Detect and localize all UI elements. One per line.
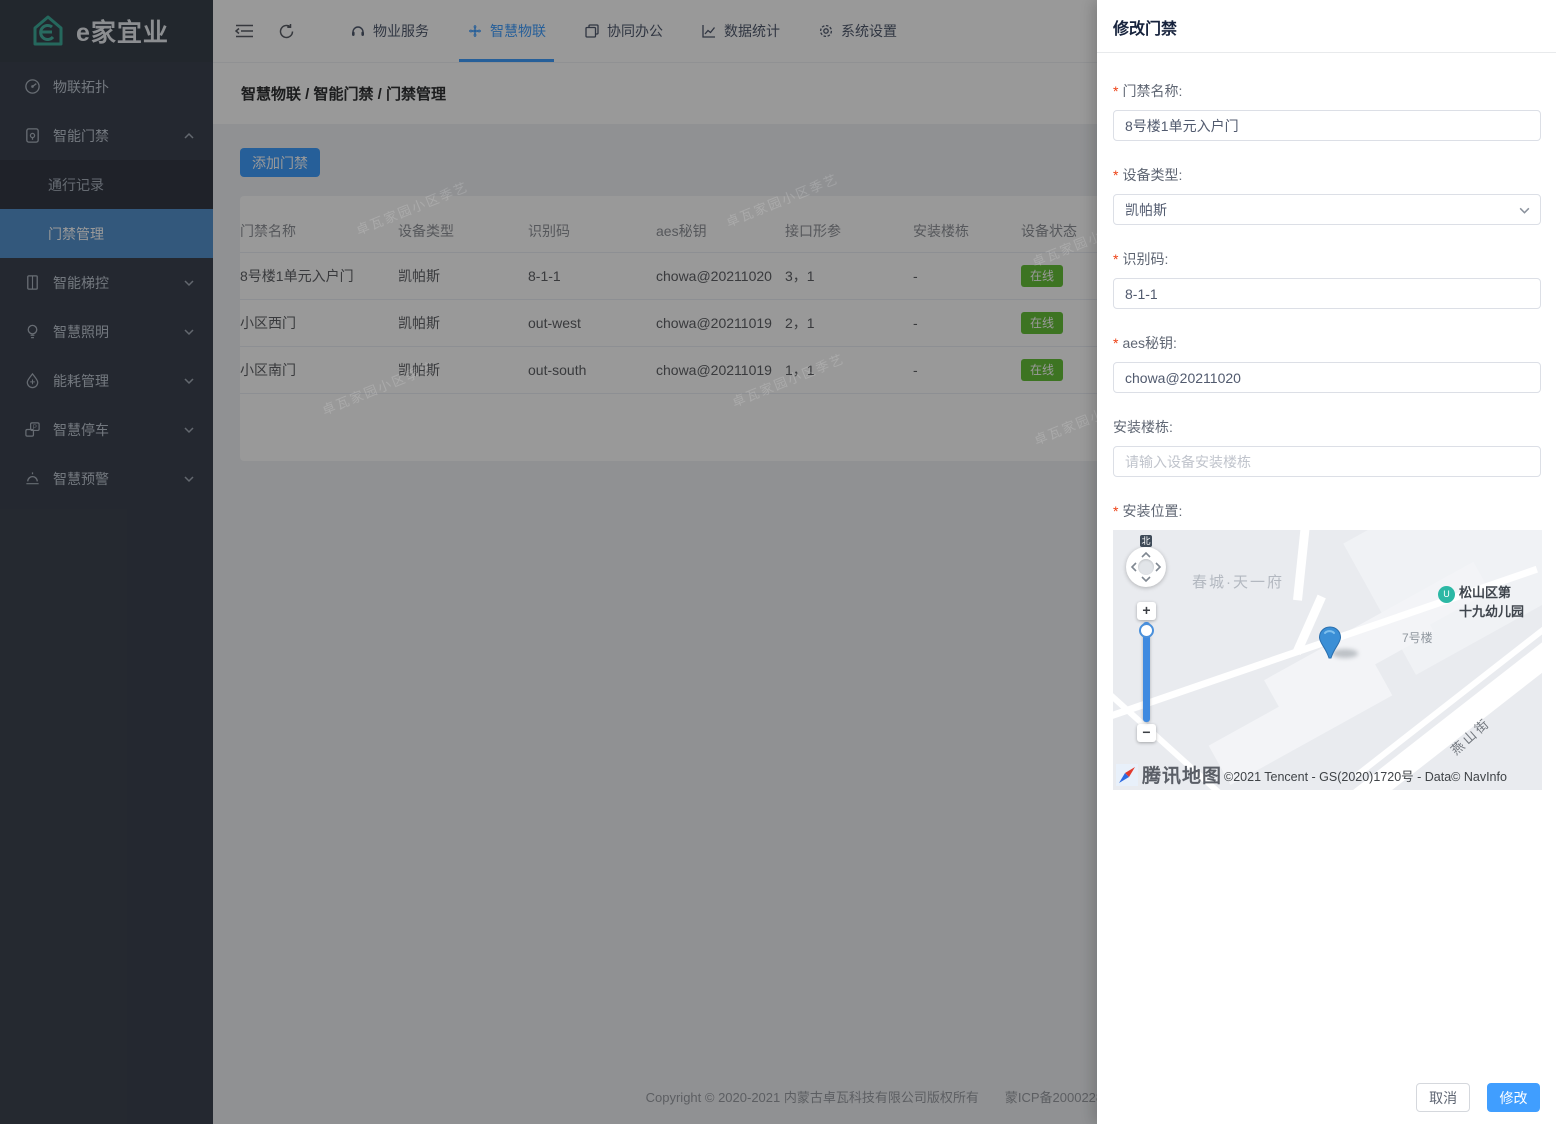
field-label: 设备类型: — [1122, 167, 1182, 183]
door-name-input[interactable] — [1113, 110, 1541, 141]
map-label-building7: 7号楼 — [1402, 629, 1433, 646]
device-type-select[interactable]: 凯帕斯 — [1113, 194, 1541, 225]
field-label: 识别码: — [1122, 251, 1168, 267]
map-attribution: 腾讯地图 ©2021 Tencent - GS(2020)1720号 - Dat… — [1113, 762, 1542, 790]
map-label-estate: 春城·天一府 — [1192, 571, 1284, 592]
zoom-slider[interactable] — [1143, 622, 1150, 722]
selected-value: 凯帕斯 — [1125, 200, 1167, 220]
tencent-map-logo-text: 腾讯地图 — [1142, 761, 1222, 788]
field-device-type: *设备类型: 凯帕斯 — [1113, 165, 1541, 225]
building-input[interactable] — [1113, 446, 1541, 477]
chevron-down-icon — [1518, 204, 1531, 217]
required-marker: * — [1113, 167, 1118, 183]
field-code: *识别码: — [1113, 249, 1541, 309]
map-zoom-control: + − — [1137, 602, 1156, 742]
map-copyright: ©2021 Tencent - GS(2020)1720号 - Data© Na… — [1224, 766, 1507, 785]
code-input[interactable] — [1113, 278, 1541, 309]
zoom-in-button[interactable]: + — [1137, 602, 1156, 620]
field-door-name: *门禁名称: — [1113, 81, 1541, 141]
tencent-map-logo: 腾讯地图 — [1116, 761, 1222, 788]
drawer-title: 修改门禁 — [1097, 0, 1556, 53]
kindergarten-marker-icon: U — [1438, 586, 1455, 603]
required-marker: * — [1113, 83, 1118, 99]
location-map[interactable]: 春城·天一府 U 松山区第 十九幼儿园 7号楼 燕山街 — [1113, 530, 1542, 790]
map-pan-control[interactable] — [1126, 547, 1166, 587]
field-label: 安装位置: — [1122, 503, 1182, 519]
field-location: *安装位置: 春城·天一府 U 松山区第 十九幼儿园 — [1113, 501, 1541, 790]
map-label-kindergarten: 松山区第 十九幼儿园 — [1459, 582, 1524, 620]
field-label: 门禁名称: — [1122, 83, 1182, 99]
required-marker: * — [1113, 251, 1118, 267]
confirm-edit-button[interactable]: 修改 — [1487, 1083, 1540, 1112]
drawer-footer: 取消 修改 — [1097, 1074, 1556, 1124]
edit-door-drawer: 修改门禁 *门禁名称: *设备类型: 凯帕斯 *识别码: *aes秘钥: 安装楼… — [1097, 0, 1556, 1124]
north-indicator: 北 — [1140, 535, 1152, 547]
compass-needle-icon — [1116, 764, 1138, 786]
field-building: 安装楼栋: — [1113, 417, 1541, 477]
field-label: 安装楼栋: — [1113, 419, 1173, 435]
required-marker: * — [1113, 335, 1118, 351]
aes-key-input[interactable] — [1113, 362, 1541, 393]
pan-center-knob[interactable] — [1138, 559, 1154, 575]
field-label: aes秘钥: — [1122, 335, 1176, 351]
drawer-body: *门禁名称: *设备类型: 凯帕斯 *识别码: *aes秘钥: 安装楼栋: *安… — [1097, 53, 1556, 1074]
zoom-out-button[interactable]: − — [1137, 724, 1156, 742]
pan-down-icon[interactable] — [1141, 574, 1151, 584]
cancel-button[interactable]: 取消 — [1416, 1083, 1470, 1112]
field-aes-key: *aes秘钥: — [1113, 333, 1541, 393]
map-pin-icon — [1318, 626, 1342, 660]
pan-right-icon[interactable] — [1153, 562, 1163, 572]
zoom-slider-handle[interactable] — [1139, 623, 1154, 638]
required-marker: * — [1113, 503, 1118, 519]
map-road — [1293, 530, 1310, 601]
